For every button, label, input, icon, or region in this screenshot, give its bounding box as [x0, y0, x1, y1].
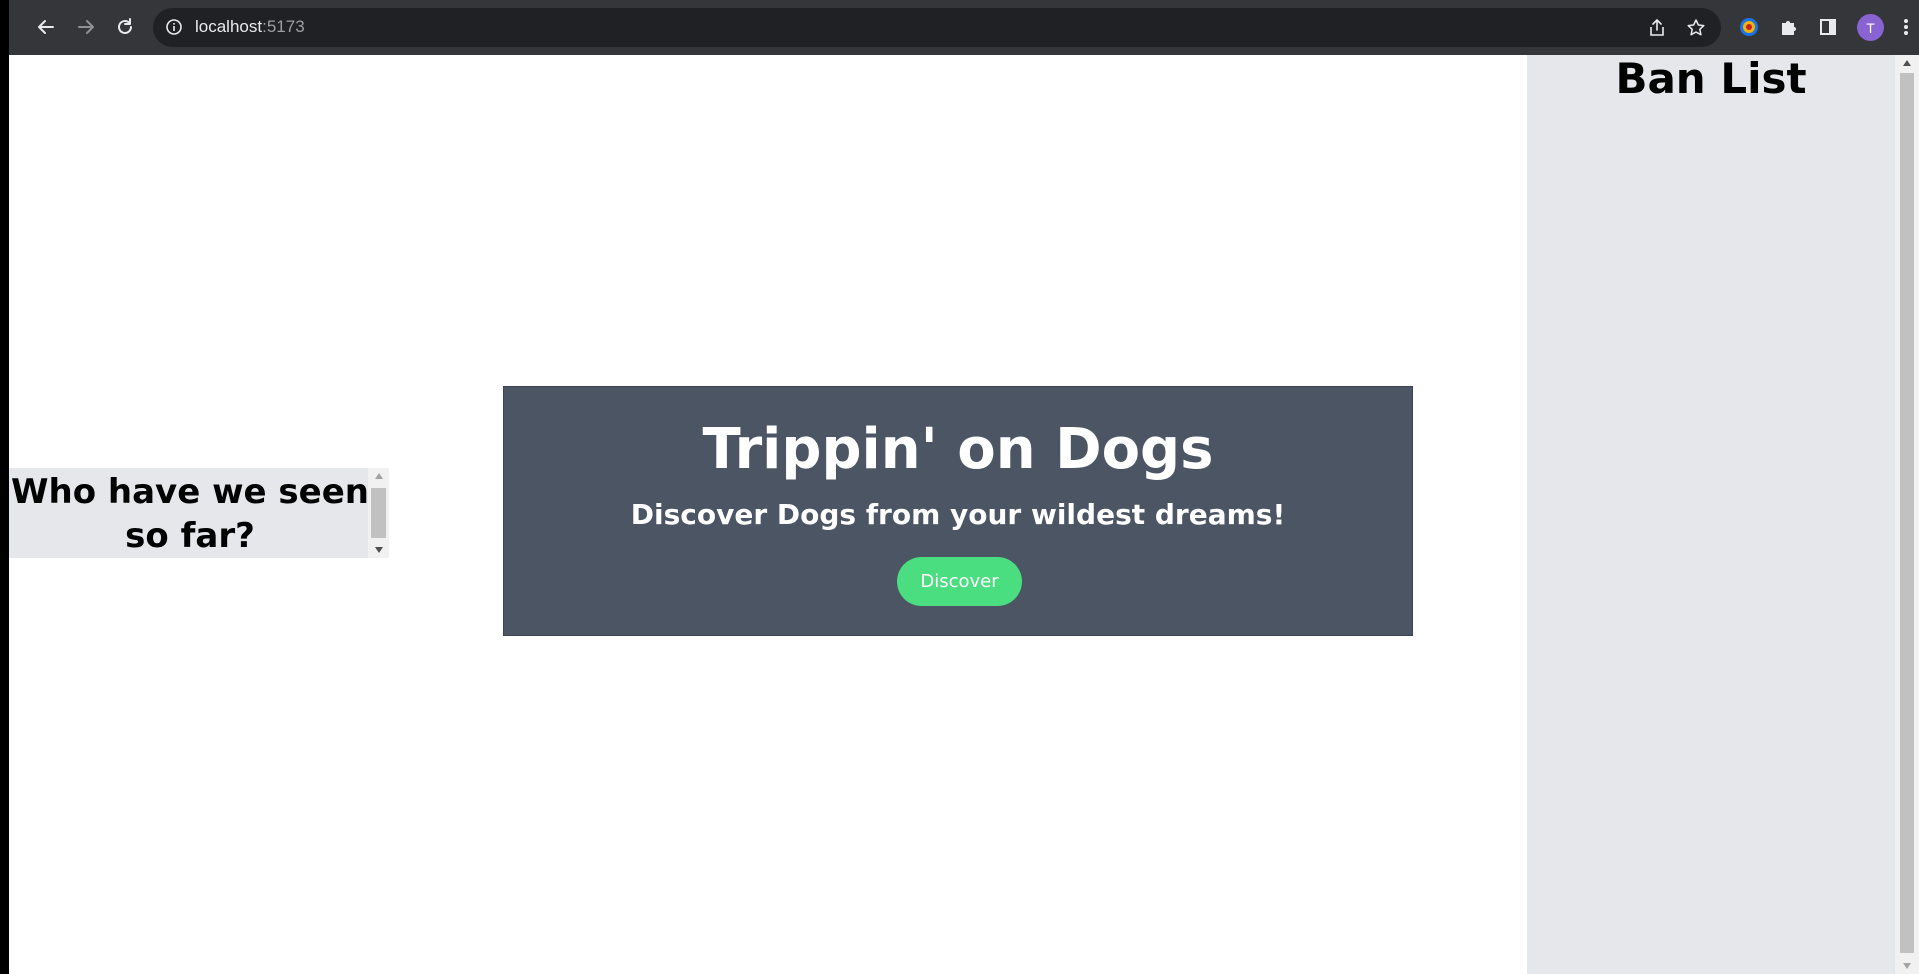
seen-gallery-panel[interactable]: Who have we seen so far?	[9, 468, 389, 558]
side-panel-icon[interactable]	[1814, 13, 1842, 41]
page-subtitle: Discover Dogs from your wildest dreams!	[630, 498, 1286, 531]
page-scroll-thumb[interactable]	[1900, 73, 1914, 953]
scroll-down-arrow-icon[interactable]	[368, 542, 389, 558]
seen-gallery-scrollbar[interactable]	[368, 468, 389, 558]
page-scroll-down-arrow-icon[interactable]	[1895, 958, 1919, 974]
ban-list-panel: Ban List	[1527, 55, 1895, 974]
page-scrollbar[interactable]	[1895, 55, 1919, 974]
reload-icon[interactable]	[111, 13, 139, 41]
discover-card: Trippin' on Dogs Discover Dogs from your…	[503, 386, 1413, 636]
url-text[interactable]: localhost:5173	[195, 17, 305, 37]
page-scroll-up-arrow-icon[interactable]	[1895, 55, 1919, 71]
scroll-up-arrow-icon[interactable]	[368, 468, 389, 484]
kebab-menu-icon[interactable]	[1892, 13, 1919, 41]
url-host: localhost	[195, 17, 263, 36]
seen-gallery-scroll-thumb[interactable]	[371, 488, 386, 538]
star-icon[interactable]	[1685, 17, 1707, 39]
url-port: :5173	[262, 17, 305, 36]
browser-toolbar: localhost:5173 T	[9, 0, 1919, 55]
forward-arrow-icon[interactable]	[72, 13, 100, 41]
address-bar[interactable]: localhost:5173	[153, 8, 1721, 47]
back-arrow-icon[interactable]	[32, 13, 60, 41]
share-icon[interactable]	[1646, 17, 1668, 39]
profile-avatar[interactable]: T	[1857, 14, 1884, 41]
discover-button[interactable]: Discover	[897, 557, 1022, 606]
puzzle-icon[interactable]	[1775, 13, 1803, 41]
seen-gallery-title: Who have we seen so far?	[11, 472, 369, 556]
page-title: Trippin' on Dogs	[702, 417, 1214, 482]
ban-list-title: Ban List	[1615, 54, 1807, 103]
extension-icon[interactable]	[1735, 13, 1763, 41]
info-icon[interactable]	[165, 18, 183, 40]
page-viewport: Who have we seen so far? Trippin' on Dog…	[9, 55, 1919, 974]
screen-edge	[0, 0, 9, 974]
